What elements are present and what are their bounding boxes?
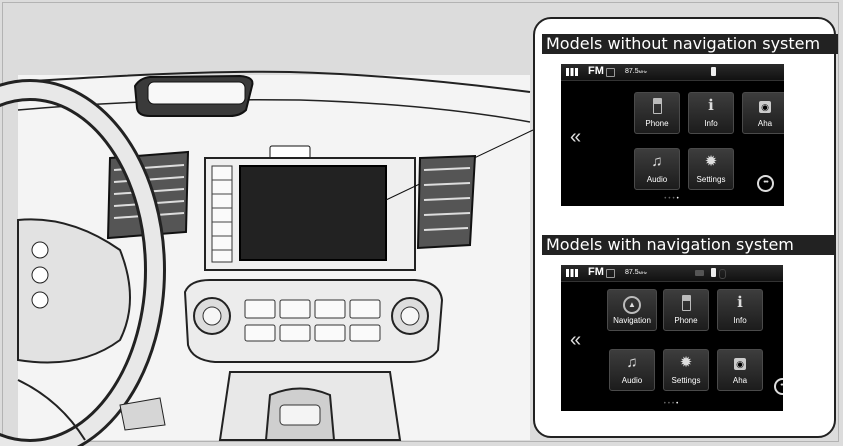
caption-with-nav: Models with navigation system [542, 235, 834, 255]
tile-audio[interactable]: ♫ Audio [609, 349, 655, 391]
gear-icon: ✹ [704, 153, 718, 170]
more-dots-icon[interactable]: ••• [757, 175, 774, 192]
tile-settings[interactable]: ✹ Settings [688, 148, 734, 190]
phone-icon [664, 293, 708, 317]
gear-icon: ✹ [679, 354, 693, 371]
tile-audio[interactable]: ♫ Audio [634, 148, 680, 190]
info-icon: ℹ [708, 97, 714, 114]
aha-icon: ◉ [718, 353, 762, 373]
screen-without-nav: FM 87.5MHz « Phone ℹ Info ◉ Aha ♫ Audio … [561, 64, 784, 206]
double-chevron-left-icon[interactable]: « [570, 329, 581, 352]
caption-without-nav: Models without navigation system [542, 34, 838, 54]
status-bar: FM 87.5MHz [561, 265, 783, 282]
battery-icon [719, 269, 726, 279]
tile-info[interactable]: ℹ Info [688, 92, 734, 134]
tile-aha[interactable]: ◉ Aha [717, 349, 763, 391]
aha-icon: ◉ [743, 96, 784, 116]
phone-icon [635, 96, 679, 120]
tile-phone[interactable]: Phone [663, 289, 709, 331]
double-chevron-left-icon[interactable]: « [570, 126, 581, 149]
screen-with-nav: FM 87.5MHz « ▲ Navigation Phone ℹ Info ♫… [561, 265, 783, 411]
tile-settings[interactable]: ✹ Settings [663, 349, 709, 391]
tile-aha[interactable]: ◉ Aha [742, 92, 784, 134]
radio-icon [606, 269, 615, 278]
page-dots: •••• [663, 401, 681, 407]
compass-icon: ▲ [608, 293, 656, 314]
page-dots: •••• [664, 196, 681, 202]
apps-grid-icon[interactable] [566, 269, 578, 277]
music-note-icon: ♫ [651, 153, 663, 170]
bluetooth-icon [711, 268, 716, 277]
bluetooth-icon [711, 67, 716, 76]
frequency-readout: 87.5MHz [625, 68, 647, 75]
music-note-icon: ♫ [626, 354, 638, 371]
frequency-readout: 87.5MHz [625, 269, 647, 276]
apps-grid-icon[interactable] [566, 68, 578, 76]
phone-status-icon [695, 270, 704, 276]
tile-phone[interactable]: Phone [634, 92, 680, 134]
info-icon: ℹ [737, 294, 743, 311]
more-dots-icon[interactable]: ••• [774, 378, 783, 395]
band-label: FM [588, 266, 604, 278]
radio-icon [606, 68, 615, 77]
status-bar: FM 87.5MHz [561, 64, 784, 81]
band-label: FM [588, 65, 604, 77]
tile-info[interactable]: ℹ Info [717, 289, 763, 331]
tile-navigation[interactable]: ▲ Navigation [607, 289, 657, 331]
